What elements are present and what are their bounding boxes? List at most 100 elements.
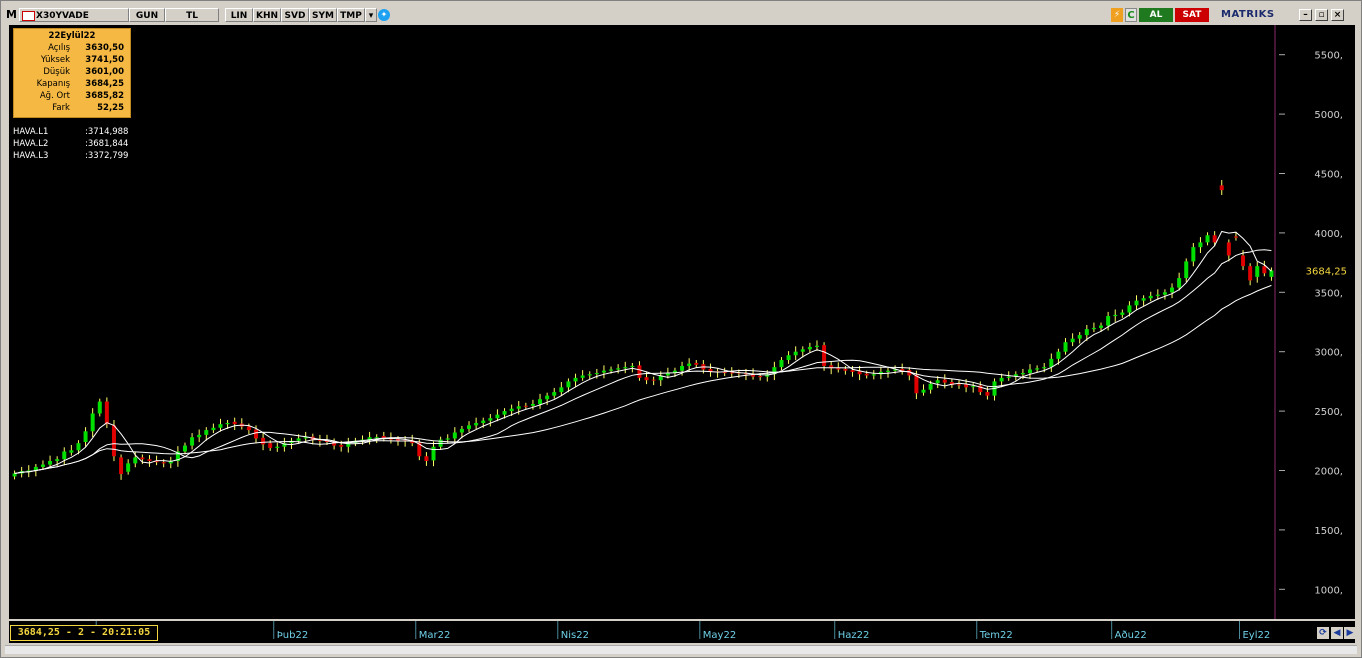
candle-body — [644, 377, 649, 381]
candle-body — [111, 425, 116, 457]
sym-button[interactable]: SYM — [309, 8, 337, 22]
khn-button[interactable]: KHN — [253, 8, 281, 22]
candle-body — [502, 411, 507, 415]
candle-body — [40, 464, 45, 467]
candle-body — [822, 345, 827, 366]
y-tick-label: 1500, — [1314, 526, 1343, 537]
candle-body — [566, 381, 571, 388]
candle-body — [530, 403, 535, 406]
svd-button[interactable]: SVD — [281, 8, 309, 22]
candle-body — [871, 374, 876, 376]
dropdown-arrow-icon[interactable]: ▾ — [365, 8, 377, 22]
close-icon[interactable]: × — [1331, 9, 1344, 21]
candle-body — [1113, 314, 1118, 317]
y-tick-label: 2000, — [1314, 467, 1343, 478]
candle-body — [374, 437, 379, 439]
candlestick-chart[interactable]: 1000, 1500, 2000, 2500, 3000, 3500, 4000, 4500,… — [9, 25, 1355, 619]
candle-body — [182, 445, 187, 452]
candle-body — [1091, 327, 1096, 330]
candle-body — [140, 457, 145, 460]
candle-body — [523, 405, 528, 407]
app-logo[interactable]: M — [6, 8, 18, 22]
chart-plot-area[interactable]: 1000, 1500, 2000, 2500, 3000, 3500, 4000, 4500,… — [9, 25, 1355, 619]
info-row-change: Fark 52,25 — [52, 103, 124, 113]
y-tick-label: 4500, — [1314, 170, 1343, 181]
minimize-icon[interactable]: – — [1299, 9, 1312, 21]
candle-body — [119, 457, 124, 475]
twitter-icon[interactable]: ✦ — [378, 9, 390, 21]
candle-body — [687, 363, 692, 366]
candle-body — [190, 437, 195, 446]
candle-body — [516, 406, 521, 409]
candle-body — [261, 437, 266, 445]
month-label: Nis22 — [561, 630, 589, 641]
candle-body — [885, 370, 890, 372]
candle-body — [857, 371, 862, 375]
y-tick-label: 5000, — [1314, 110, 1343, 121]
candle-body — [246, 426, 251, 431]
candle-body — [12, 473, 17, 477]
candle-body — [1035, 368, 1040, 370]
info-row-low: Düşük 3601,00 — [43, 67, 124, 77]
symbol-selector[interactable]: X30YVADE — [19, 8, 129, 22]
ma-line-3 — [14, 284, 1272, 474]
linear-scale-button[interactable]: LIN — [225, 8, 253, 22]
candle-body — [1255, 266, 1260, 277]
sell-button[interactable]: SAT — [1175, 8, 1209, 22]
candle-body — [1233, 236, 1238, 238]
candle-body — [1134, 300, 1139, 306]
candle-body — [559, 387, 564, 393]
candle-body — [630, 365, 635, 367]
month-label: May22 — [703, 630, 736, 641]
restore-icon[interactable]: ▫ — [1315, 9, 1328, 21]
period-button[interactable]: GUN — [129, 8, 165, 22]
month-label: Mar22 — [419, 630, 451, 641]
candle-body — [786, 355, 791, 361]
candle-body — [481, 420, 486, 423]
candle-body — [601, 370, 606, 373]
month-label: Tem22 — [979, 630, 1013, 641]
candle-body — [779, 360, 784, 368]
buy-button[interactable]: AL — [1139, 8, 1173, 22]
flash-icon[interactable]: ⚡ — [1111, 8, 1123, 22]
candle-body — [1198, 242, 1203, 248]
candle-body — [793, 351, 798, 356]
candle-body — [587, 374, 592, 376]
candle-body — [83, 431, 88, 442]
candle-body — [637, 365, 642, 378]
candle-body — [580, 375, 585, 378]
candle-body — [971, 386, 976, 388]
candle-body — [1241, 255, 1246, 267]
template-button[interactable]: TMP — [337, 8, 365, 22]
candle-body — [800, 349, 805, 352]
candle-body — [90, 413, 95, 432]
candle-body — [126, 463, 131, 472]
candle-body — [467, 425, 472, 429]
info-row-open: Açılış 3630,50 — [48, 43, 124, 53]
toolbar: M X30YVADE GUN TL LIN KHN SVD SYM TMP ▾ … — [5, 7, 1357, 23]
sync-icon[interactable]: ⟳ — [1317, 627, 1329, 639]
candle-body — [474, 422, 479, 426]
candle-body — [843, 368, 848, 371]
candle-body — [538, 399, 543, 404]
refresh-icon[interactable]: C — [1125, 8, 1137, 22]
candle-body — [1084, 329, 1089, 336]
candle-body — [1184, 261, 1189, 279]
candle-body — [1056, 351, 1061, 359]
candle-body — [1049, 358, 1054, 368]
candle-body — [807, 346, 812, 350]
candle-body — [1148, 295, 1153, 299]
candle-body — [459, 428, 464, 433]
currency-button[interactable]: TL — [165, 8, 219, 22]
scroll-left-icon[interactable]: ◀ — [1331, 627, 1343, 639]
candle-body — [864, 373, 869, 376]
horizontal-scrollbar[interactable] — [5, 645, 1357, 654]
candle-body — [1155, 294, 1160, 296]
candle-body — [296, 438, 301, 441]
scroll-right-icon[interactable]: ▶ — [1344, 627, 1356, 639]
y-tick-label: 5500, — [1314, 51, 1343, 62]
candle-body — [133, 457, 138, 464]
month-label: Eyl22 — [1242, 630, 1270, 641]
candle-body — [431, 446, 436, 461]
candle-body — [1099, 325, 1104, 328]
